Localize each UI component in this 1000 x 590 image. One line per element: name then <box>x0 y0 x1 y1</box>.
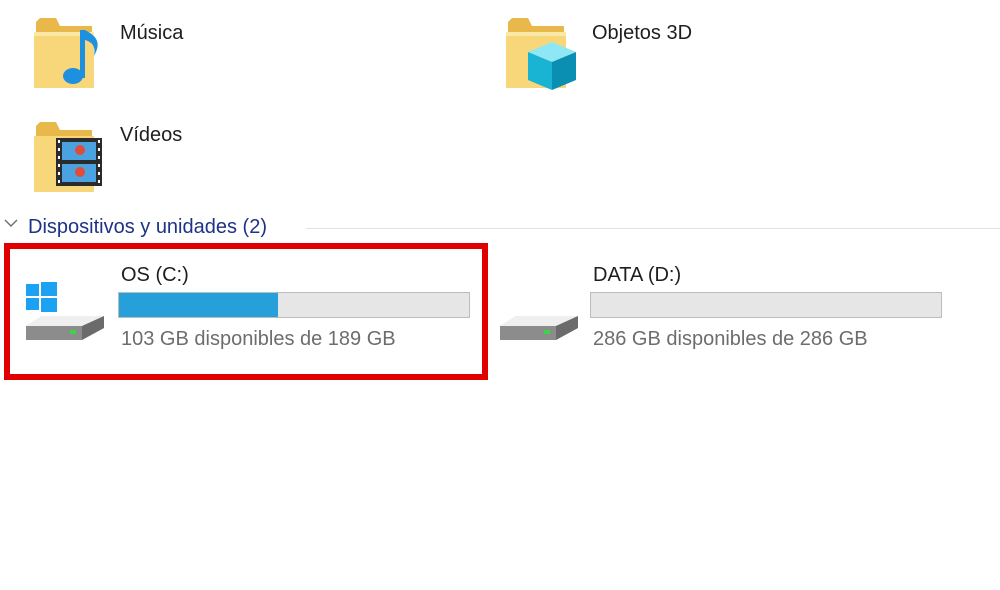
folder-item-musica[interactable]: Música <box>30 8 230 98</box>
drive-name: DATA (D:) <box>593 264 682 286</box>
drive-item-d[interactable]: DATA (D:) 286 GB disponibles de 286 GB <box>494 256 974 366</box>
folder-label: Objetos 3D <box>592 22 693 44</box>
chevron-down-icon[interactable] <box>2 214 20 232</box>
devices-group-header[interactable]: Dispositivos y unidades (2) <box>0 212 1000 244</box>
drive-free-space: 286 GB disponibles de 286 GB <box>593 328 868 350</box>
drive-usage-bar <box>590 292 942 318</box>
hard-drive-icon <box>500 316 578 340</box>
folder-label: Vídeos <box>120 124 183 146</box>
group-title: Dispositivos y unidades (2) <box>28 216 267 238</box>
folder-item-videos[interactable]: Vídeos <box>30 112 230 202</box>
music-folder-icon <box>34 18 98 88</box>
folder-item-objetos-3d[interactable]: Objetos 3D <box>502 8 722 98</box>
group-divider <box>306 228 1000 229</box>
3d-objects-folder-icon <box>506 18 576 90</box>
folder-label: Música <box>120 22 184 44</box>
videos-folder-icon <box>34 122 102 192</box>
highlight-box <box>4 243 488 380</box>
